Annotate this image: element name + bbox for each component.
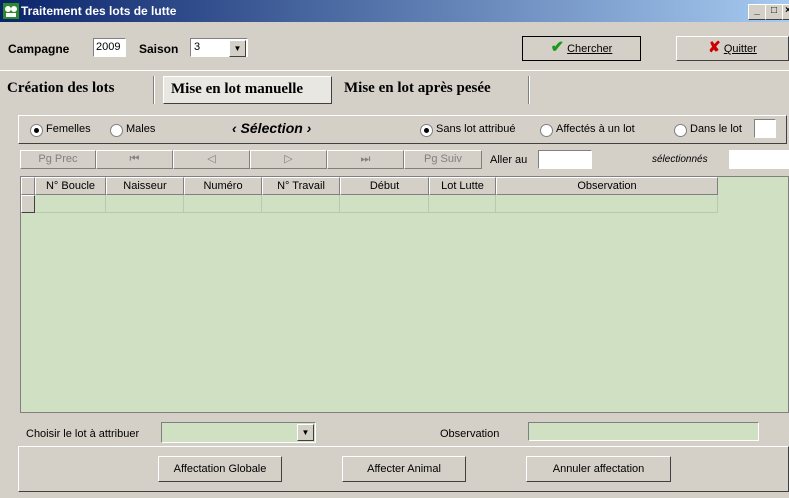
campagne-value: 2009 <box>96 41 121 53</box>
column-header[interactable]: Numéro <box>184 177 262 195</box>
observation-input[interactable] <box>528 422 759 441</box>
grid-cell[interactable] <box>429 195 496 213</box>
tab-apres-pesee[interactable]: Mise en lot après pesée <box>344 80 491 97</box>
quit-button-label: Quitter <box>723 43 757 55</box>
row-selector[interactable] <box>21 195 35 213</box>
goto-field[interactable] <box>538 150 592 169</box>
chevron-down-icon[interactable]: ▼ <box>297 424 314 441</box>
radio-sans-lot[interactable] <box>420 124 433 137</box>
prev-page-button[interactable]: Pg Prec <box>20 150 96 169</box>
saison-label: Saison <box>139 42 179 56</box>
radio-femelles[interactable] <box>30 124 43 137</box>
prev-record-icon[interactable]: ◁ <box>173 150 250 169</box>
column-header[interactable]: Début <box>340 177 429 195</box>
grid-cell[interactable] <box>184 195 262 213</box>
checkmark-icon: ✔ <box>550 39 565 56</box>
goto-label: Aller au <box>490 154 528 166</box>
males-label: Males <box>126 123 156 135</box>
dans-le-lot-field[interactable] <box>754 119 776 138</box>
search-button[interactable]: ✔ Chercher <box>522 36 641 61</box>
chevron-down-icon[interactable]: ▼ <box>229 40 246 57</box>
first-record-icon[interactable]: ⏮ <box>96 150 173 169</box>
column-header[interactable]: Lot Lutte <box>429 177 496 195</box>
affectation-globale-button[interactable]: Affectation Globale <box>158 456 282 482</box>
saison-select[interactable]: 3 ▼ <box>190 38 248 57</box>
next-record-icon[interactable]: ▷ <box>250 150 327 169</box>
column-header[interactable]: N° Travail <box>262 177 340 195</box>
femelles-label: Femelles <box>46 123 91 135</box>
column-header[interactable]: N° Boucle <box>35 177 106 195</box>
grid-corner <box>21 177 35 195</box>
selection-label: ‹ Sélection › <box>232 120 312 136</box>
grid-cell[interactable] <box>262 195 340 213</box>
title-bar: Traitement des lots de lutte _ □ × <box>0 0 789 22</box>
tab-divider <box>528 76 530 104</box>
minimize-icon[interactable]: _ <box>748 4 766 20</box>
close-x-icon: ✘ <box>708 39 721 56</box>
app-icon <box>3 3 19 19</box>
choose-lot-label: Choisir le lot à attribuer <box>26 428 140 440</box>
sans-lot-label: Sans lot attribué <box>436 123 516 135</box>
tab-separator <box>0 70 789 71</box>
grid-cell[interactable] <box>106 195 184 213</box>
column-header[interactable]: Observation <box>496 177 718 195</box>
grid-cell[interactable] <box>35 195 106 213</box>
column-header[interactable]: Naisseur <box>106 177 184 195</box>
campagne-label: Campagne <box>8 42 70 56</box>
radio-affectes[interactable] <box>540 124 553 137</box>
dans-le-lot-label: Dans le lot <box>690 123 742 135</box>
quit-button[interactable]: ✘ Quitter <box>676 36 789 61</box>
maximize-icon[interactable]: □ <box>765 4 783 20</box>
affectes-label: Affectés à un lot <box>556 123 635 135</box>
affecter-animal-button[interactable]: Affecter Animal <box>342 456 466 482</box>
tab-divider <box>153 76 155 104</box>
selected-count-label: sélectionnés <box>652 154 708 165</box>
search-button-label: Chercher <box>567 43 613 55</box>
last-record-icon[interactable]: ⏭ <box>327 150 404 169</box>
tab-creation[interactable]: Création des lots <box>7 80 115 97</box>
annuler-affectation-button[interactable]: Annuler affectation <box>526 456 671 482</box>
window-title: Traitement des lots de lutte <box>21 4 177 18</box>
lot-select[interactable]: ▼ <box>161 422 316 443</box>
radio-males[interactable] <box>110 124 123 137</box>
observation-label: Observation <box>440 428 500 440</box>
next-page-button[interactable]: Pg Suiv <box>404 150 482 169</box>
tab-mise-en-lot-manuelle-label: Mise en lot manuelle <box>171 81 304 97</box>
grid-cell[interactable] <box>340 195 429 213</box>
grid-cell[interactable] <box>496 195 718 213</box>
tab-mise-en-lot-manuelle[interactable]: Mise en lot manuelle <box>163 76 332 104</box>
saison-value: 3 <box>194 41 201 53</box>
selected-count-field <box>729 150 789 169</box>
campagne-field[interactable]: 2009 <box>93 38 126 57</box>
radio-dans-le-lot[interactable] <box>674 124 687 137</box>
close-icon[interactable]: × <box>782 4 789 20</box>
